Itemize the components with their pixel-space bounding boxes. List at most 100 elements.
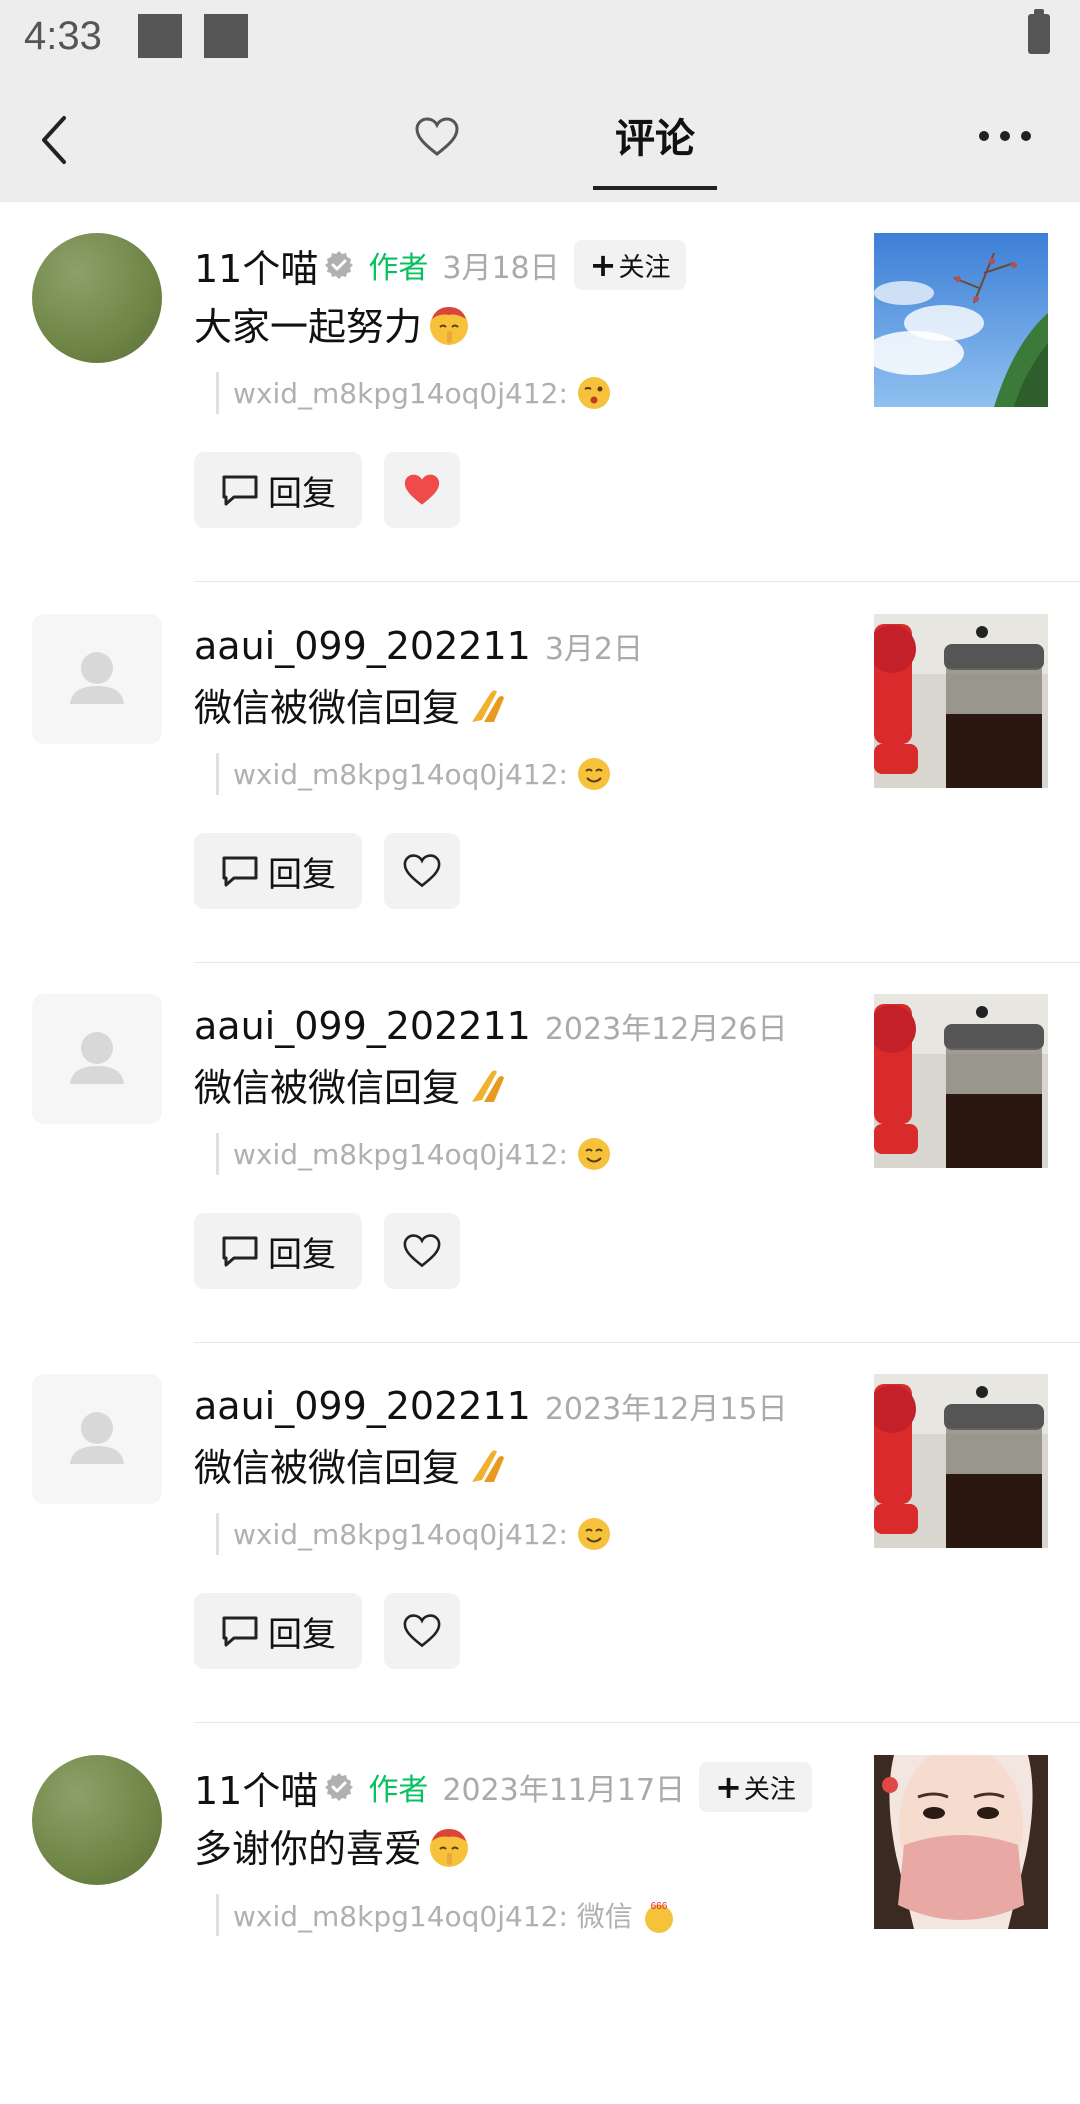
plus-icon: + bbox=[715, 1768, 742, 1806]
cup-fan-image bbox=[874, 994, 1048, 1168]
avatar[interactable] bbox=[32, 1374, 162, 1504]
divider bbox=[194, 581, 1080, 582]
comment-header: aaui_099_202211 2023年12月15日 bbox=[194, 1379, 788, 1433]
follow-button[interactable]: + 关注 bbox=[573, 240, 687, 290]
follow-label: 关注 bbox=[618, 252, 671, 283]
comment-bubble-icon bbox=[222, 475, 258, 506]
divider bbox=[194, 1722, 1080, 1723]
folded-hands-emoji-icon bbox=[472, 689, 505, 722]
avatar[interactable] bbox=[32, 233, 162, 363]
default-user-icon bbox=[70, 1032, 124, 1084]
quoted-reply[interactable]: wxid_m8kpg14oq0j412: bbox=[216, 1513, 612, 1555]
reply-button[interactable]: 回复 bbox=[194, 833, 362, 909]
back-chevron-left-icon[interactable] bbox=[36, 114, 76, 166]
battery-icon bbox=[1028, 9, 1050, 54]
reply-label: 回复 bbox=[268, 473, 336, 514]
comment-text: 微信被微信回复 bbox=[194, 1057, 510, 1112]
quoted-reply[interactable]: wxid_m8kpg14oq0j412: 微信 666 bbox=[216, 1894, 677, 1936]
comment-header: 11个喵 作者 3月18日 + 关注 bbox=[194, 238, 687, 293]
verified-badge-icon bbox=[325, 251, 354, 279]
like-button[interactable] bbox=[384, 1593, 460, 1669]
heart-outline-icon bbox=[403, 1614, 441, 1648]
more-dots-icon[interactable] bbox=[978, 130, 1032, 142]
comment-text: 多谢你的喜爱 bbox=[194, 1818, 472, 1873]
comment-date: 2023年12月15日 bbox=[544, 1392, 788, 1427]
quoted-text: wxid_m8kpg14oq0j412: bbox=[233, 1137, 568, 1171]
comment-header: aaui_099_202211 3月2日 bbox=[194, 619, 643, 673]
like-button[interactable] bbox=[384, 452, 460, 528]
comment-item: 11个喵 作者 2023年11月17日 + 关注 多谢你的喜爱 wxid_m8kp… bbox=[0, 1724, 1080, 2104]
comment-thumbnail[interactable] bbox=[874, 994, 1048, 1168]
comment-text-content: 多谢你的喜爱 bbox=[194, 1827, 423, 1871]
smiling-face-emoji-icon bbox=[577, 1518, 610, 1550]
like-button[interactable] bbox=[384, 1213, 460, 1289]
quoted-reply[interactable]: wxid_m8kpg14oq0j412: bbox=[216, 372, 612, 414]
cup-fan-image bbox=[874, 1374, 1048, 1548]
comment-thumbnail[interactable] bbox=[874, 614, 1048, 788]
author-tag: 作者 bbox=[368, 1773, 429, 1808]
reply-label: 回复 bbox=[268, 854, 336, 895]
comment-text: 微信被微信回复 bbox=[194, 677, 510, 732]
woman-mask-image bbox=[874, 1755, 1048, 1929]
default-user-icon bbox=[70, 1412, 124, 1464]
username[interactable]: 11个喵 bbox=[194, 238, 318, 293]
like-button[interactable] bbox=[384, 833, 460, 909]
heart-outline-icon[interactable] bbox=[414, 116, 460, 158]
verified-badge-icon bbox=[325, 1773, 354, 1801]
smiling-face-emoji-icon bbox=[577, 1138, 610, 1170]
666-sticker-icon: 666 bbox=[644, 1901, 673, 1933]
comment-text-content: 微信被微信回复 bbox=[194, 1066, 461, 1110]
comment-date: 3月18日 bbox=[442, 251, 560, 286]
username[interactable]: aaui_099_202211 bbox=[194, 1004, 531, 1048]
comment-text-content: 大家一起努力 bbox=[194, 305, 423, 349]
quoted-text: wxid_m8kpg14oq0j412: bbox=[233, 376, 568, 410]
notification-icon bbox=[138, 14, 182, 58]
sky-tree-image bbox=[874, 233, 1048, 407]
quoted-text: wxid_m8kpg14oq0j412: bbox=[233, 1517, 568, 1551]
top-bar: 评论 bbox=[0, 78, 1080, 202]
comment-text: 微信被微信回复 bbox=[194, 1437, 510, 1492]
comment-bubble-icon bbox=[222, 1616, 258, 1647]
comment-header: 11个喵 作者 2023年11月17日 + 关注 bbox=[194, 1760, 812, 1814]
username[interactable]: 11个喵 bbox=[194, 1760, 318, 1815]
avatar[interactable] bbox=[32, 614, 162, 744]
comment-text: 大家一起努力 bbox=[194, 296, 472, 351]
comment-thumbnail[interactable] bbox=[874, 233, 1048, 407]
avatar[interactable] bbox=[32, 994, 162, 1124]
tab-comments[interactable]: 评论 bbox=[593, 106, 717, 164]
reply-label: 回复 bbox=[268, 1614, 336, 1655]
comment-item: aaui_099_202211 3月2日 微信被微信回复 wxid_m8kpg1… bbox=[0, 583, 1080, 963]
comment-item: aaui_099_202211 2023年12月15日 微信被微信回复 wxid… bbox=[0, 1343, 1080, 1723]
comment-date: 2023年11月17日 bbox=[442, 1773, 686, 1808]
quoted-reply[interactable]: wxid_m8kpg14oq0j412: bbox=[216, 1133, 612, 1175]
username[interactable]: aaui_099_202211 bbox=[194, 624, 531, 668]
heart-filled-icon bbox=[404, 474, 440, 505]
comment-thumbnail[interactable] bbox=[874, 1374, 1048, 1548]
username[interactable]: aaui_099_202211 bbox=[194, 1384, 531, 1428]
follow-button[interactable]: + 关注 bbox=[699, 1762, 812, 1812]
quoted-reply[interactable]: wxid_m8kpg14oq0j412: bbox=[216, 753, 612, 795]
comment-text-content: 微信被微信回复 bbox=[194, 1446, 461, 1490]
quoted-text: wxid_m8kpg14oq0j412: 微信 bbox=[233, 1900, 633, 1933]
shushing-face-emoji-icon bbox=[430, 1828, 469, 1867]
author-tag: 作者 bbox=[368, 251, 429, 286]
reply-button[interactable]: 回复 bbox=[194, 452, 362, 528]
smiling-face-emoji-icon bbox=[577, 758, 610, 790]
default-user-icon bbox=[70, 652, 124, 704]
comment-thumbnail[interactable] bbox=[874, 1755, 1048, 1929]
avatar[interactable] bbox=[32, 1755, 162, 1885]
follow-label: 关注 bbox=[743, 1774, 796, 1805]
tab-indicator bbox=[593, 186, 717, 190]
comment-bubble-icon bbox=[222, 1236, 258, 1267]
folded-hands-emoji-icon bbox=[472, 1449, 505, 1482]
status-time: 4:33 bbox=[24, 14, 102, 58]
notification-icon bbox=[204, 14, 248, 58]
reply-button[interactable]: 回复 bbox=[194, 1593, 362, 1669]
comment-bubble-icon bbox=[222, 856, 258, 887]
comment-item: 11个喵 作者 3月18日 + 关注 大家一起努力 wxid_m8kpg14oq0… bbox=[0, 202, 1080, 582]
reply-button[interactable]: 回复 bbox=[194, 1213, 362, 1289]
comment-date: 2023年12月26日 bbox=[544, 1012, 788, 1047]
reply-label: 回复 bbox=[268, 1234, 336, 1275]
plus-icon: + bbox=[589, 246, 617, 284]
comment-date: 3月2日 bbox=[544, 632, 643, 667]
